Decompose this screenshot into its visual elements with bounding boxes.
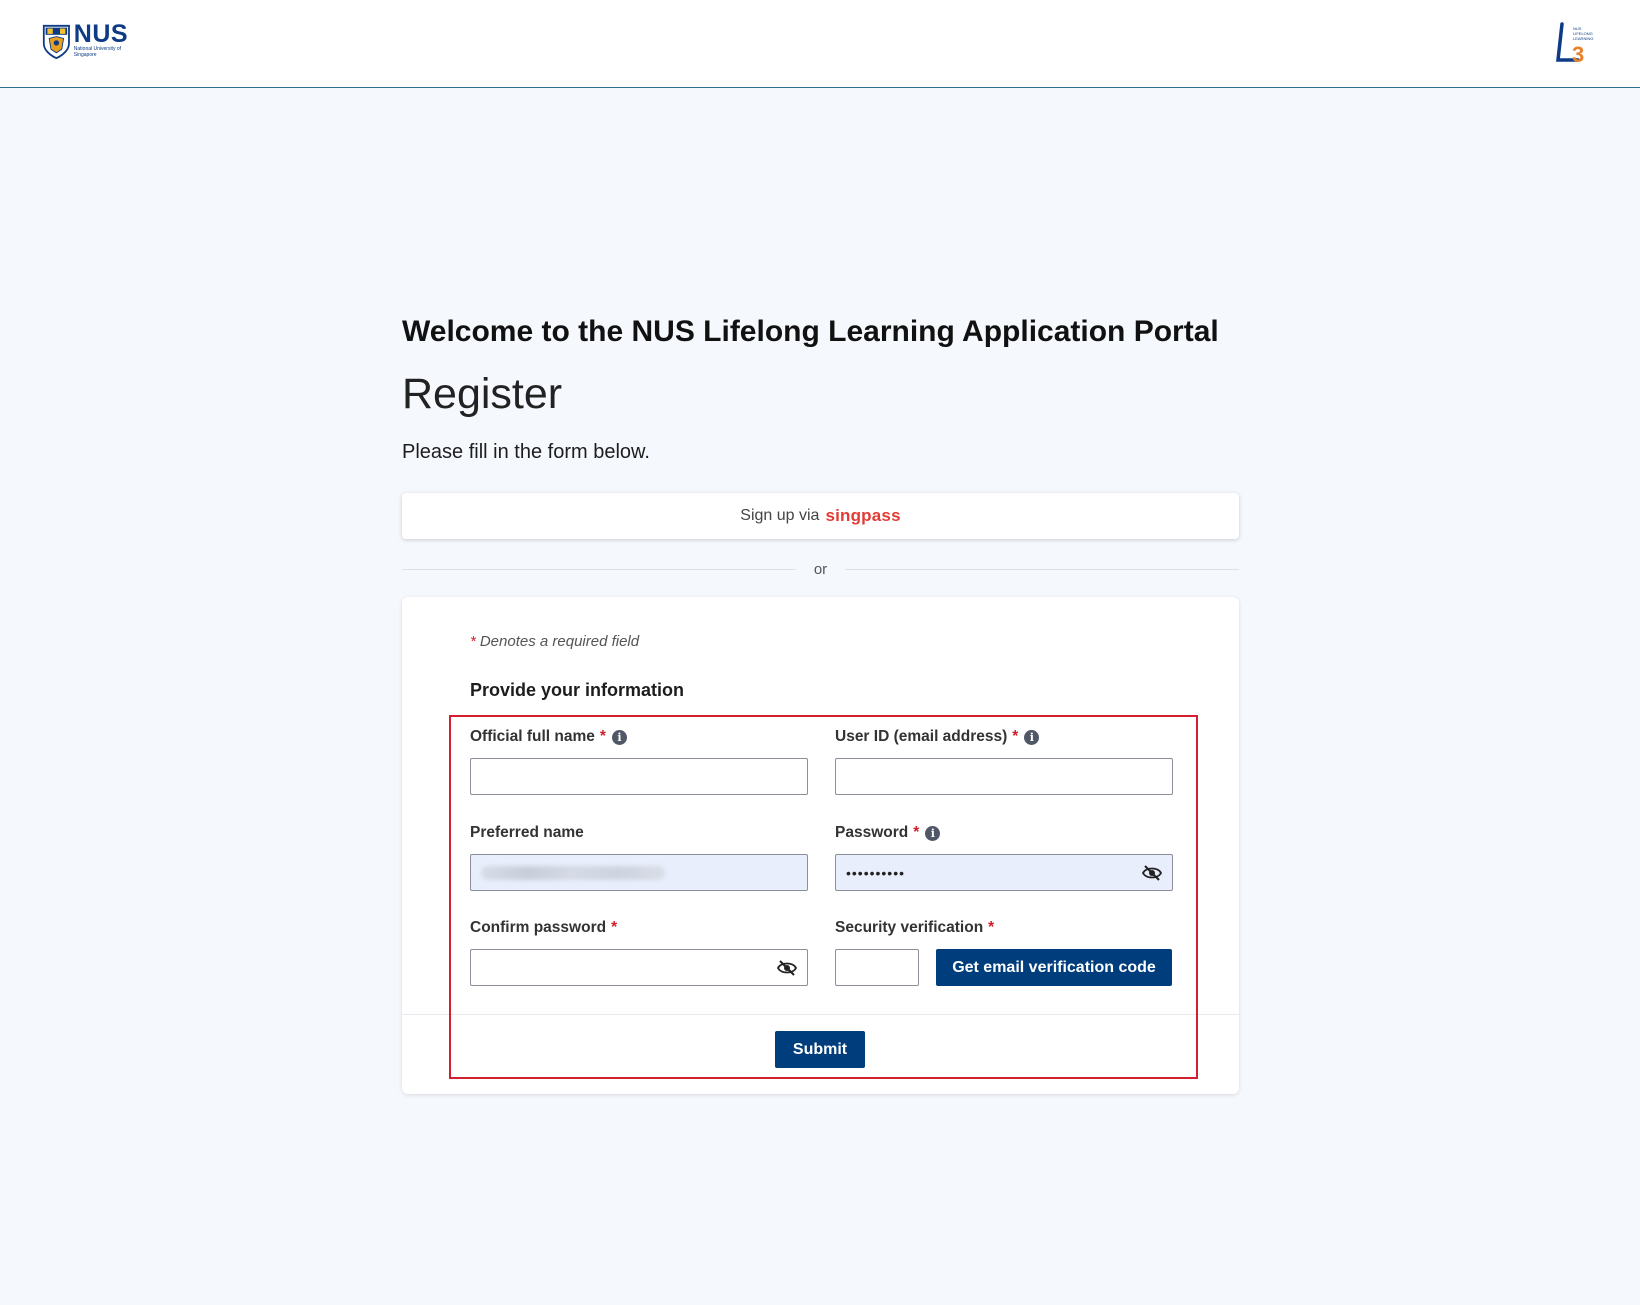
preferred-name-input[interactable] — [470, 854, 808, 891]
svg-text:LEARNING: LEARNING — [1573, 36, 1593, 41]
full-name-input[interactable] — [470, 758, 808, 795]
verification-code-input[interactable] — [835, 949, 919, 986]
eye-slash-icon[interactable] — [1142, 864, 1162, 882]
required-star: * — [1012, 728, 1019, 745]
get-verification-code-button[interactable]: Get email verification code — [936, 949, 1172, 986]
confirm-password-label: Confirm password * — [470, 917, 808, 939]
security-verification-label: Security verification * — [835, 917, 1175, 939]
confirm-password-label-text: Confirm password — [470, 919, 607, 936]
preferred-name-label: Preferred name — [470, 822, 808, 844]
required-star: * — [988, 919, 995, 936]
singpass-logo: singpass — [825, 506, 901, 525]
confirm-password-input[interactable] — [470, 949, 808, 986]
or-divider: or — [402, 558, 1239, 580]
card-divider — [402, 1014, 1239, 1015]
password-input[interactable]: •••••••••• — [835, 854, 1173, 891]
required-star: * — [611, 919, 618, 936]
password-value: •••••••••• — [846, 864, 906, 881]
confirm-password-field: Confirm password * — [470, 917, 808, 986]
divider-line-right — [845, 568, 1239, 570]
full-name-label: Official full name * i — [470, 726, 808, 748]
preferred-name-label-text: Preferred name — [470, 824, 584, 841]
l3-logo-icon[interactable]: 3 NUS LIFELONG LEARNING — [1554, 22, 1598, 66]
required-star: * — [470, 633, 476, 650]
blurred-value — [481, 865, 665, 880]
divider-line-left — [402, 568, 796, 570]
eye-slash-icon[interactable] — [777, 959, 797, 977]
required-note: * Denotes a required field — [470, 633, 639, 650]
info-icon[interactable]: i — [1024, 729, 1040, 745]
nus-logo[interactable]: NUS National University of Singapore — [42, 22, 138, 64]
singpass-signup-button[interactable]: Sign up via singpass — [402, 493, 1239, 539]
singpass-prefix: Sign up via — [740, 507, 820, 524]
svg-text:3: 3 — [1572, 42, 1584, 66]
section-title: Provide your information — [470, 680, 685, 700]
password-field: Password * i •••••••••• — [835, 822, 1173, 891]
nus-crest-icon — [42, 24, 70, 60]
top-header: NUS National University of Singapore 3 N… — [0, 0, 1640, 88]
nus-subtext: National University of Singapore — [73, 46, 122, 58]
user-id-label-text: User ID (email address) — [835, 728, 1008, 745]
password-label: Password * i — [835, 822, 1173, 844]
full-name-field: Official full name * i — [470, 726, 808, 795]
info-icon[interactable]: i — [611, 729, 627, 745]
intro-text: Please fill in the form below. — [402, 441, 650, 463]
preferred-name-field: Preferred name — [470, 822, 808, 891]
register-content: Welcome to the NUS Lifelong Learning App… — [402, 306, 1239, 1094]
security-verification-label-text: Security verification — [835, 919, 984, 936]
page-title: Register — [402, 370, 563, 418]
submit-button[interactable]: Submit — [775, 1031, 865, 1068]
full-name-label-text: Official full name — [470, 728, 595, 745]
required-star: * — [913, 824, 920, 841]
user-id-label: User ID (email address) * i — [835, 726, 1173, 748]
info-icon[interactable]: i — [925, 825, 941, 841]
welcome-heading: Welcome to the NUS Lifelong Learning App… — [402, 315, 1219, 348]
password-label-text: Password — [835, 824, 909, 841]
security-verification-field: Security verification * — [835, 917, 1175, 939]
nus-wordmark: NUS — [73, 20, 129, 48]
user-id-field: User ID (email address) * i — [835, 726, 1173, 795]
or-text: or — [813, 560, 828, 578]
required-star: * — [599, 728, 606, 745]
user-id-input[interactable] — [835, 758, 1173, 795]
registration-form: * Denotes a required field Provide your i… — [402, 597, 1239, 1094]
required-note-text: Denotes a required field — [479, 633, 640, 650]
